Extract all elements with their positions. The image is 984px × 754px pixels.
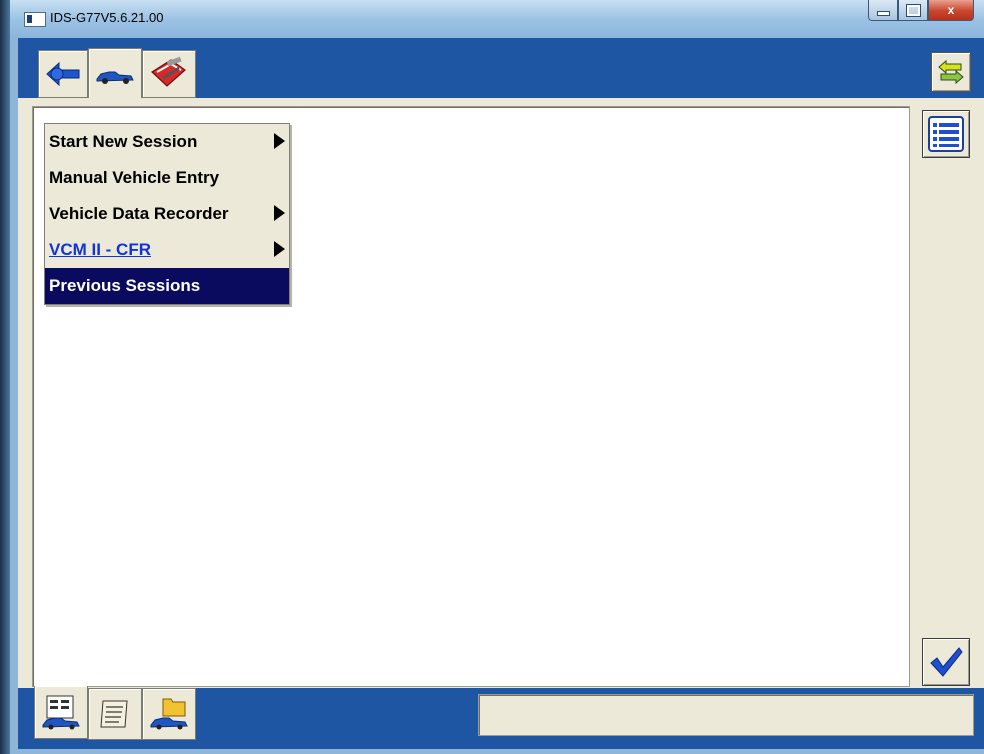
- menu-item-manual-vehicle-entry[interactable]: Manual Vehicle Entry: [45, 160, 289, 196]
- menu-item-label: Start New Session: [49, 132, 198, 151]
- toolbox-icon: [151, 56, 186, 87]
- swap-button[interactable]: [931, 52, 971, 92]
- ids-application: Start New Session Manual Vehicle Entry V…: [18, 38, 984, 749]
- maximize-button[interactable]: [898, 0, 928, 21]
- submenu-arrow-icon: [274, 241, 285, 257]
- vehicle-data-icon: [42, 695, 80, 730]
- close-button[interactable]: x: [928, 0, 974, 21]
- menu-item-label: VCM II - CFR: [49, 240, 151, 259]
- app-icon: [24, 12, 46, 27]
- main-panel: Start New Session Manual Vehicle Entry V…: [18, 98, 984, 688]
- tab-connect[interactable]: [38, 50, 88, 98]
- menu-item-start-new-session[interactable]: Start New Session: [45, 124, 289, 160]
- vehicle-folder-icon: [150, 698, 188, 730]
- close-icon: x: [947, 3, 955, 17]
- scroll-document-icon: [100, 700, 128, 728]
- list-icon: [928, 116, 964, 152]
- window-frame-edge: [0, 0, 10, 754]
- list-button[interactable]: [922, 110, 970, 158]
- tab-toolbox[interactable]: [142, 50, 196, 98]
- session-menu: Start New Session Manual Vehicle Entry V…: [44, 123, 290, 305]
- window-controls: x: [868, 0, 974, 22]
- menu-item-label: Manual Vehicle Entry: [49, 168, 220, 187]
- confirm-button[interactable]: [922, 638, 970, 686]
- submenu-arrow-icon: [274, 205, 285, 221]
- menu-item-vcm-ii-cfr[interactable]: VCM II - CFR: [45, 232, 289, 268]
- connect-plug-icon: [46, 61, 80, 87]
- bottom-toolbar: [18, 686, 984, 749]
- tab-vehicle[interactable]: [88, 48, 142, 103]
- minimize-icon: [876, 10, 890, 16]
- maximize-icon: [905, 3, 921, 17]
- app-window: IDS-G77V5.6.21.00 x Start New Session Ma…: [0, 0, 984, 754]
- menu-item-label: Vehicle Data Recorder: [49, 204, 229, 223]
- submenu-arrow-icon: [274, 133, 285, 149]
- top-toolbar: [18, 38, 984, 103]
- checkmark-icon: [930, 647, 963, 677]
- vehicle-icon: [96, 71, 134, 84]
- minimize-button[interactable]: [868, 0, 898, 21]
- menu-item-previous-sessions[interactable]: Previous Sessions: [45, 268, 289, 304]
- window-title: IDS-G77V5.6.21.00: [50, 10, 164, 25]
- tab-document[interactable]: [88, 688, 142, 740]
- menu-item-label: Previous Sessions: [49, 276, 201, 295]
- tab-vehicle-data[interactable]: [34, 686, 88, 739]
- swap-arrows-icon: [938, 59, 964, 85]
- title-bar[interactable]: IDS-G77V5.6.21.00 x: [10, 0, 984, 38]
- menu-item-vehicle-data-recorder[interactable]: Vehicle Data Recorder: [45, 196, 289, 232]
- tab-vehicle-folder[interactable]: [142, 688, 196, 740]
- status-bar: [478, 694, 974, 736]
